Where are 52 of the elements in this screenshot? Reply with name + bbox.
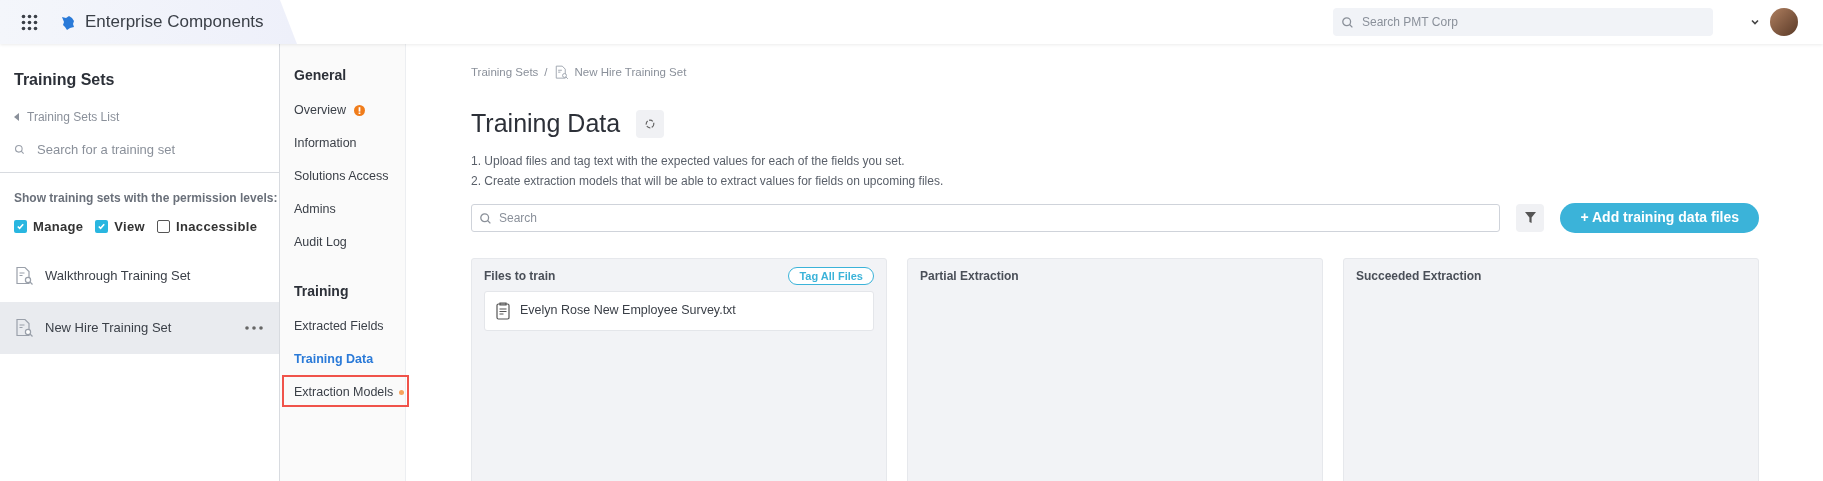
nav-item[interactable]: Information xyxy=(294,134,357,153)
training-set-item[interactable]: New Hire Training Set xyxy=(0,302,279,354)
check-icon xyxy=(16,221,25,231)
filter-label: Show training sets with the permission levels: xyxy=(13,189,279,207)
app-title: Enterprise Components xyxy=(85,11,264,34)
nav-item[interactable]: Extraction Models xyxy=(294,383,394,402)
breadcrumb-current: New Hire Training Set xyxy=(574,65,687,80)
document-icon xyxy=(496,301,510,320)
page-title: Training Data xyxy=(471,108,621,140)
breadcrumb-separator: / xyxy=(544,65,548,80)
more-icon[interactable] xyxy=(245,326,263,330)
checkbox-label: Inaccessible xyxy=(176,217,258,236)
instruction-text: 2. Create extraction models that will be able to extract values for fields on upcoming files. xyxy=(471,172,945,190)
checkbox[interactable] xyxy=(14,219,27,233)
filter-button[interactable] xyxy=(1516,203,1545,232)
search-icon xyxy=(479,211,492,225)
column-title: Succeeded Extraction xyxy=(1356,267,1482,285)
nav-item[interactable]: Solutions Access xyxy=(294,167,389,186)
logo-icon xyxy=(60,14,76,30)
check-icon xyxy=(97,221,107,231)
checkbox[interactable] xyxy=(95,219,109,233)
document-search-icon xyxy=(553,65,569,81)
app-grid-icon[interactable] xyxy=(21,13,38,31)
checkbox-label: View xyxy=(114,217,146,236)
nav-item[interactable]: Audit Log xyxy=(294,233,347,252)
search-field[interactable]: Search xyxy=(471,203,1501,232)
search-icon xyxy=(1341,16,1354,29)
file-card[interactable]: Evelyn Rose New Employee Survey.txt xyxy=(484,290,874,331)
document-search-icon xyxy=(14,266,34,286)
document-search-icon xyxy=(14,318,34,338)
nav-item[interactable]: Training Data xyxy=(294,350,374,369)
sidebar-search-field[interactable]: Search for a training set xyxy=(37,140,267,160)
nav-section-title: General xyxy=(294,65,348,85)
search-icon xyxy=(14,144,25,156)
refresh-icon xyxy=(645,119,656,129)
column-title: Files to train xyxy=(484,267,556,285)
nav-item[interactable]: Overview xyxy=(294,101,347,120)
filter-icon xyxy=(1524,212,1536,224)
nav-section-title: Training xyxy=(294,281,350,301)
column-title: Partial Extraction xyxy=(920,267,1019,285)
checkbox[interactable] xyxy=(157,219,171,233)
avatar[interactable] xyxy=(1770,8,1798,36)
checkbox-label: Manage xyxy=(33,217,84,236)
file-name: Evelyn Rose New Employee Survey.txt xyxy=(520,302,736,320)
nav-item[interactable]: Extracted Fields xyxy=(294,317,384,336)
global-search-field[interactable]: Search PMT Corp xyxy=(1333,8,1713,36)
training-set-item[interactable]: Walkthrough Training Set xyxy=(0,250,279,302)
chevron-down-icon[interactable] xyxy=(1750,17,1760,27)
caret-left-icon xyxy=(14,113,19,121)
instruction-text: 1. Upload files and tag text with the expected values for each of the fields you set. xyxy=(471,152,906,170)
sidebar-title: Training Sets xyxy=(13,70,116,90)
nav-item[interactable]: Admins xyxy=(294,200,336,219)
